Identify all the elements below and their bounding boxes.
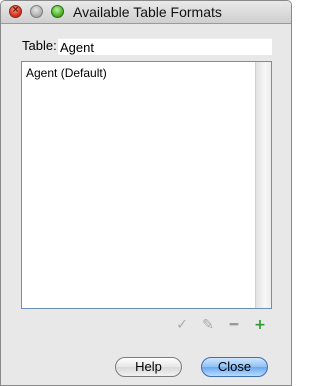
title-bar[interactable]: × Available Table Formats [1,1,291,24]
table-name-field: Agent [58,38,272,55]
vertical-scrollbar[interactable] [255,62,271,308]
list-item[interactable]: Agent (Default) [26,66,107,80]
formats-list[interactable]: Agent (Default) [21,61,272,309]
remove-minus-icon[interactable]: ━ [226,317,242,333]
table-label: Table: [22,38,57,53]
add-plus-icon[interactable]: + [252,317,268,333]
help-button[interactable]: Help [115,357,182,377]
close-x-icon: × [11,5,20,15]
minimize-window-button[interactable] [30,5,43,18]
zoom-window-button[interactable] [51,5,64,18]
close-window-button[interactable]: × [9,5,22,18]
edit-pencil-icon[interactable]: ✎ [200,317,216,333]
dialog-window: × Available Table Formats Table: Agent A… [0,0,292,386]
close-button[interactable]: Close [201,357,268,377]
check-icon[interactable]: ✓ [174,317,190,333]
window-title: Available Table Formats [73,4,222,20]
